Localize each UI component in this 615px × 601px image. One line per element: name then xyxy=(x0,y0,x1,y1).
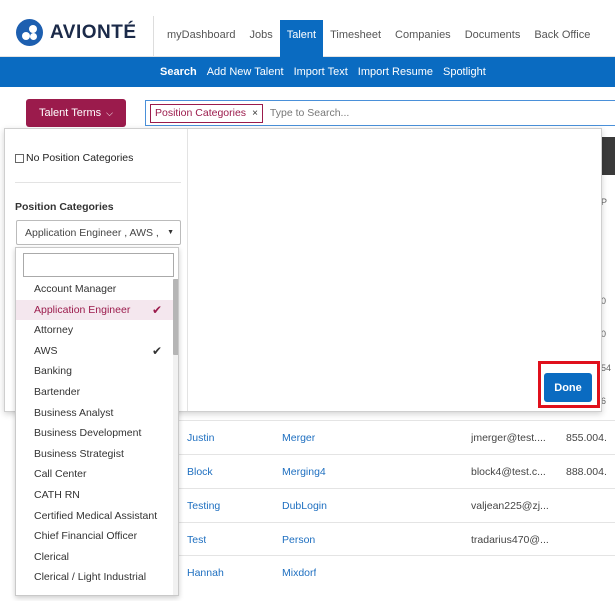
dropdown-option-label: Clerical xyxy=(34,550,70,563)
table-header-fragment xyxy=(601,137,615,175)
search-placeholder[interactable]: Type to Search... xyxy=(270,107,349,119)
dropdown-option-label: Call Center xyxy=(34,468,87,481)
logo-text: AVIONTÉ xyxy=(50,21,137,43)
subnav-search[interactable]: Search xyxy=(160,66,197,78)
checkmark-icon: ✔ xyxy=(151,302,162,317)
email-cell: block4@test.c... xyxy=(471,466,546,478)
dropdown-option-label: CATH RN xyxy=(34,488,80,501)
dropdown-option[interactable]: Business Analyst xyxy=(16,403,173,424)
talent-terms-label: Talent Terms xyxy=(39,107,102,119)
chevron-down-icon: ⌵ xyxy=(106,107,113,118)
nav-item-documents[interactable]: Documents xyxy=(458,20,528,57)
dropdown-option[interactable]: Banking xyxy=(16,361,173,382)
checkmark-icon: ✔ xyxy=(151,343,162,358)
dropdown-option-label: Business Development xyxy=(34,427,142,440)
caret-down-icon: ▼ xyxy=(167,229,174,236)
position-categories-label: Position Categories xyxy=(15,201,114,213)
main-nav: myDashboard Jobs Talent Timesheet Compan… xyxy=(160,20,597,57)
dropdown-option[interactable]: Clerical / Light Industrial xyxy=(16,567,173,588)
dropdown-option[interactable]: Business Development xyxy=(16,423,173,444)
dropdown-option[interactable]: Business Strategist xyxy=(16,444,173,465)
dropdown-option[interactable]: Clerical xyxy=(16,547,173,568)
email-cell: tradarius470@... xyxy=(471,534,549,546)
position-categories-dropdown: Account Manager Application Engineer ✔ Atto… xyxy=(15,247,179,596)
table-row[interactable]: Block Merging4 block4@test.c... 888.004. xyxy=(170,454,615,488)
table-row[interactable]: Testing DubLogin valjean225@zj... xyxy=(170,488,615,522)
phone-cell: 855.004. xyxy=(566,432,607,444)
search-input[interactable]: Position Categories × Type to Search... xyxy=(145,100,615,126)
last-name-link[interactable]: Mixdorf xyxy=(282,567,316,579)
dropdown-option-label: Certified Medical Assistant xyxy=(34,509,158,522)
dropdown-scrollbar-thumb[interactable] xyxy=(173,279,178,355)
phone-cell: 888.004. xyxy=(566,466,607,478)
subnav-add-new-talent[interactable]: Add New Talent xyxy=(207,66,284,78)
dropdown-option[interactable]: Call Center xyxy=(16,464,173,485)
nav-item-mydashboard[interactable]: myDashboard xyxy=(160,20,242,57)
nav-item-companies[interactable]: Companies xyxy=(388,20,458,57)
dropdown-option[interactable]: Account Manager xyxy=(16,279,173,300)
nav-item-jobs[interactable]: Jobs xyxy=(242,20,279,57)
dropdown-option[interactable]: CATH RN xyxy=(16,485,173,506)
dropdown-option-label: Business Strategist xyxy=(34,447,124,460)
first-name-link[interactable]: Test xyxy=(187,534,206,546)
first-name-link[interactable]: Block xyxy=(187,466,213,478)
dropdown-option-label: Clerical / Light Industrial xyxy=(34,571,147,584)
dropdown-option[interactable]: Chief Financial Officer xyxy=(16,526,173,547)
dropdown-option-label: Bartender xyxy=(34,385,81,398)
dropdown-option-label: Application Engineer xyxy=(34,303,131,316)
first-name-link[interactable]: Justin xyxy=(187,432,214,444)
dropdown-option-list: Account Manager Application Engineer ✔ Atto… xyxy=(16,279,173,588)
sub-navigation-bar: Search Add New Talent Import Text Import… xyxy=(0,57,615,87)
subnav-import-resume[interactable]: Import Resume xyxy=(358,66,433,78)
subnav-spotlight[interactable]: Spotlight xyxy=(443,66,486,78)
position-categories-select-value: Application Engineer , AWS , xyxy=(25,226,159,239)
email-cell: valjean225@zj... xyxy=(471,500,549,512)
top-navigation-bar: AVIONTÉ myDashboard Jobs Talent Timeshee… xyxy=(0,0,615,57)
nav-item-timesheet[interactable]: Timesheet xyxy=(323,20,388,57)
dropdown-option-label: Banking xyxy=(34,365,72,378)
position-categories-select[interactable]: Application Engineer , AWS , ▼ xyxy=(16,220,181,245)
first-name-link[interactable]: Hannah xyxy=(187,567,224,579)
first-name-link[interactable]: Testing xyxy=(187,500,220,512)
dropdown-option-label: Business Analyst xyxy=(34,406,114,419)
table-row[interactable]: Hannah Mixdorf xyxy=(170,555,615,589)
table-row[interactable]: Test Person tradarius470@... xyxy=(170,522,615,556)
checkbox-icon[interactable] xyxy=(15,153,24,163)
dropdown-option-label: Chief Financial Officer xyxy=(34,530,138,543)
done-button[interactable]: Done xyxy=(544,373,592,402)
dropdown-option-label: Account Manager xyxy=(34,283,117,295)
no-position-categories-label: No Position Categories xyxy=(26,152,134,164)
dropdown-option[interactable]: Certified Medical Assistant xyxy=(16,506,173,527)
dropdown-search-input[interactable] xyxy=(23,253,174,277)
table-row[interactable]: Justin Merger jmerger@test.... 855.004. xyxy=(170,420,615,454)
email-cell: jmerger@test.... xyxy=(471,432,546,444)
dropdown-option[interactable]: Bartender xyxy=(16,382,173,403)
dropdown-option[interactable]: AWS ✔ xyxy=(16,341,173,362)
nav-item-back-office[interactable]: Back Office xyxy=(527,20,597,57)
filter-chip-position-categories[interactable]: Position Categories × xyxy=(150,103,263,123)
last-name-link[interactable]: Merger xyxy=(282,432,315,444)
close-icon[interactable]: × xyxy=(252,108,258,119)
dropdown-option-label: AWS xyxy=(34,344,58,357)
nav-item-talent[interactable]: Talent xyxy=(279,20,324,57)
dropdown-option-label: Attorney xyxy=(34,324,74,337)
avionte-logo-icon xyxy=(16,19,43,46)
divider xyxy=(15,182,181,183)
talent-terms-button[interactable]: Talent Terms ⌵ xyxy=(26,99,126,127)
last-name-link[interactable]: Merging4 xyxy=(282,466,326,478)
filter-chip-label: Position Categories xyxy=(155,107,247,119)
nav-divider xyxy=(153,16,154,56)
avionte-logo[interactable]: AVIONTÉ xyxy=(16,19,137,46)
subnav-import-text[interactable]: Import Text xyxy=(294,66,348,78)
last-name-link[interactable]: DubLogin xyxy=(282,500,327,512)
dropdown-option[interactable]: Application Engineer ✔ xyxy=(16,299,173,321)
last-name-link[interactable]: Person xyxy=(282,534,315,546)
dropdown-option[interactable]: Attorney xyxy=(16,320,173,341)
no-position-categories-checkbox[interactable]: No Position Categories xyxy=(15,152,133,164)
table-edge-text: 54 xyxy=(601,363,612,373)
